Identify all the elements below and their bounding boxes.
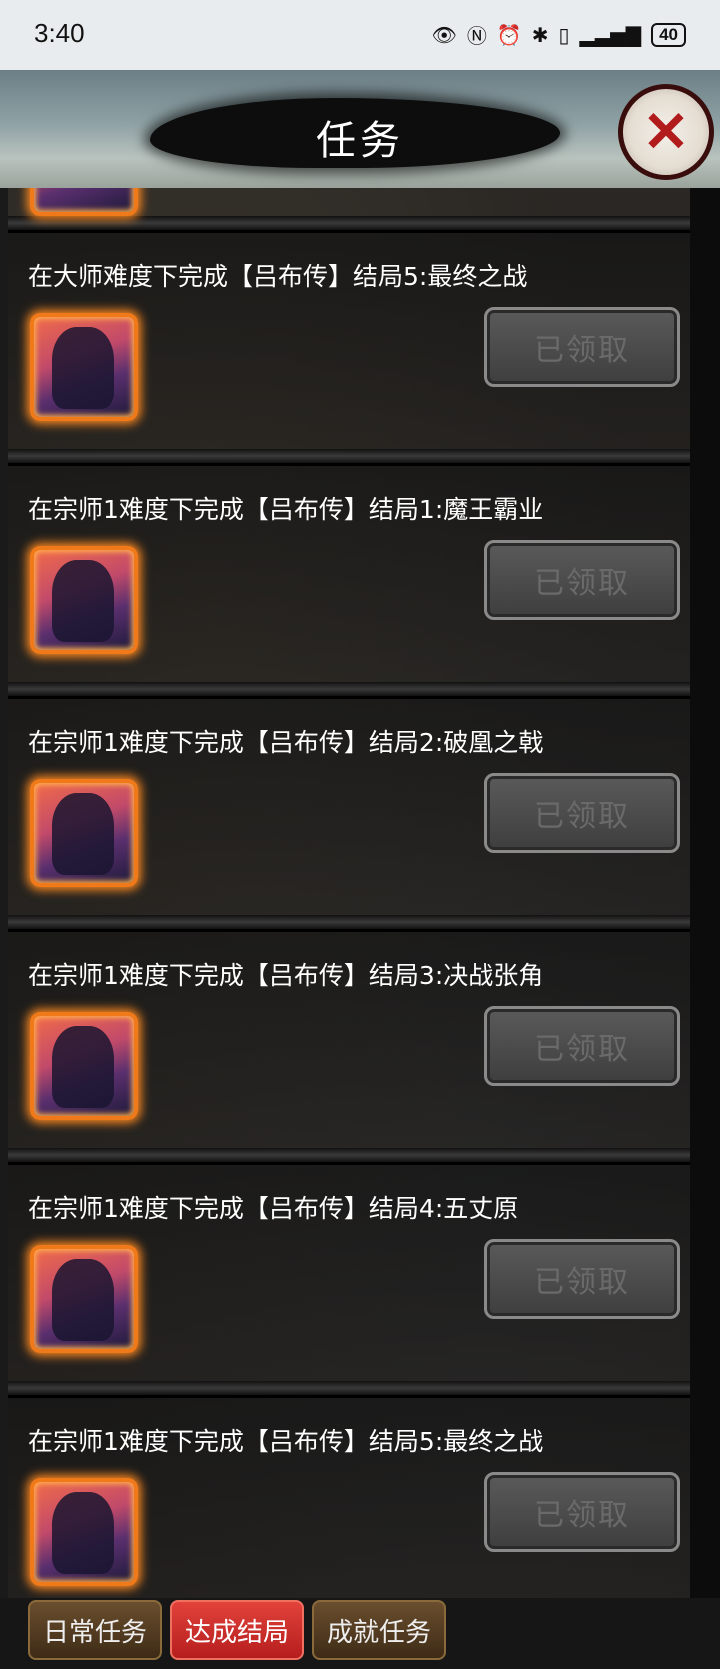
task-description: 在宗师1难度下完成【吕布传】结局5:最终之战 xyxy=(28,1427,544,1456)
divider xyxy=(8,682,690,696)
reward-icon xyxy=(30,779,138,887)
header: 任务 ✕ xyxy=(0,70,720,188)
task-description: 在宗师1难度下完成【吕布传】结局1:魔王霸业 xyxy=(28,495,544,524)
task-description: 在宗师1难度下完成【吕布传】结局3:决战张角 xyxy=(28,961,544,990)
status-icons: 👁 Ⓝ ⏰ ✱ ▯ ▂▃▅▇ 40 xyxy=(431,20,686,49)
reward-icon xyxy=(30,1478,138,1586)
claimed-button[interactable]: 已领取 xyxy=(484,540,680,620)
signal-icon: ▂▃▅▇ xyxy=(579,22,642,47)
vibrate-icon: ▯ xyxy=(558,22,570,47)
task-description: 在宗师1难度下完成【吕布传】结局4:五丈原 xyxy=(28,1194,519,1223)
close-button[interactable]: ✕ xyxy=(618,84,714,180)
alarm-icon: ⏰ xyxy=(496,22,522,47)
page-title: 任务 xyxy=(316,118,404,164)
tab-daily-tasks[interactable]: 日常任务 xyxy=(28,1600,162,1660)
nfc-icon: Ⓝ xyxy=(466,24,487,48)
status-time: 3:40 xyxy=(34,18,85,48)
claimed-button[interactable]: 已领取 xyxy=(484,307,680,387)
tab-endings[interactable]: 达成结局 xyxy=(170,1600,304,1660)
status-bar: 3:40 👁 Ⓝ ⏰ ✱ ▯ ▂▃▅▇ 40 xyxy=(0,0,720,70)
eye-icon: 👁 xyxy=(431,22,457,47)
claimed-button[interactable]: 已领取 xyxy=(484,1239,680,1319)
divider xyxy=(8,1148,690,1162)
task-item: 在宗师1难度下完成【吕布传】结局5:最终之战 已领取 xyxy=(8,1395,690,1598)
tab-bar: 日常任务 达成结局 成就任务 xyxy=(0,1598,720,1669)
task-description: 在宗师1难度下完成【吕布传】结局2:破凰之戟 xyxy=(28,728,544,757)
bluetooth-icon: ✱ xyxy=(531,22,549,47)
divider xyxy=(8,915,690,929)
close-icon: ✕ xyxy=(642,99,690,165)
claimed-button[interactable]: 已领取 xyxy=(484,1472,680,1552)
divider xyxy=(8,216,690,230)
claimed-button[interactable]: 已领取 xyxy=(484,773,680,853)
divider xyxy=(8,1381,690,1395)
task-item: 在宗师1难度下完成【吕布传】结局1:魔王霸业 已领取 xyxy=(8,463,690,682)
battery-indicator: 40 xyxy=(651,22,686,47)
reward-icon xyxy=(30,1245,138,1353)
divider xyxy=(8,449,690,463)
task-description: 在大师难度下完成【吕布传】结局5:最终之战 xyxy=(28,262,528,291)
task-item: 在大师难度下完成【吕布传】结局5:最终之战 已领取 xyxy=(8,230,690,449)
task-item: 在宗师1难度下完成【吕布传】结局4:五丈原 已领取 xyxy=(8,1162,690,1381)
tab-achievements[interactable]: 成就任务 xyxy=(312,1600,446,1660)
claimed-button[interactable]: 已领取 xyxy=(484,1006,680,1086)
reward-icon xyxy=(30,546,138,654)
partial-reward-icon xyxy=(30,188,138,216)
task-list[interactable]: 在大师难度下完成【吕布传】结局5:最终之战 已领取 在宗师1难度下完成【吕布传】… xyxy=(8,188,690,1598)
right-edge xyxy=(690,70,720,1669)
reward-icon xyxy=(30,313,138,421)
task-item: 在宗师1难度下完成【吕布传】结局3:决战张角 已领取 xyxy=(8,929,690,1148)
task-item: 在宗师1难度下完成【吕布传】结局2:破凰之戟 已领取 xyxy=(8,696,690,915)
reward-icon xyxy=(30,1012,138,1120)
